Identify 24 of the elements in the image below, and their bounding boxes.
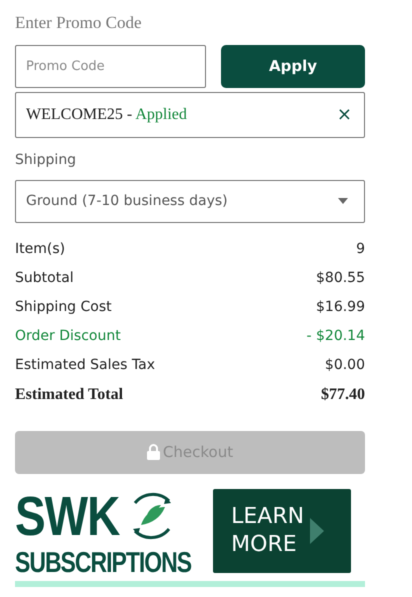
summary-label: Order Discount bbox=[15, 326, 121, 346]
summary-value: - $20.14 bbox=[306, 326, 365, 346]
dropdown-caret-icon bbox=[338, 198, 348, 204]
remove-promo-button[interactable]: × bbox=[336, 106, 352, 124]
play-arrow-icon bbox=[310, 518, 324, 544]
summary-value: $80.55 bbox=[316, 268, 365, 288]
summary-label: Estimated Sales Tax bbox=[15, 356, 155, 374]
shipping-label: Shipping bbox=[15, 150, 78, 170]
promo-code-field[interactable]: Promo Code bbox=[15, 44, 206, 88]
lock-icon bbox=[146, 444, 160, 460]
summary-value: $0.00 bbox=[324, 356, 365, 374]
summary-label: Estimated Total bbox=[15, 385, 124, 405]
summary-value: $77.40 bbox=[321, 385, 365, 405]
learn-more-button[interactable]: LEARN MORE bbox=[213, 488, 352, 572]
summary-label: Shipping Cost bbox=[15, 298, 112, 316]
apply-button[interactable]: Apply bbox=[221, 44, 365, 88]
applied-promo-text: WELCOME25 - Applied bbox=[26, 104, 187, 124]
shipping-select[interactable]: Ground (7-10 business days) bbox=[15, 180, 365, 222]
summary-value: $16.99 bbox=[316, 298, 365, 316]
swk-subscriptions-logo[interactable]: SWK SUBSCRIPTIONS bbox=[15, 488, 192, 572]
promo-heading: Enter Promo Code bbox=[15, 12, 143, 34]
summary-label: Item(s) bbox=[15, 240, 66, 258]
summary-value: 9 bbox=[356, 240, 365, 258]
summary-label: Subtotal bbox=[15, 268, 74, 288]
